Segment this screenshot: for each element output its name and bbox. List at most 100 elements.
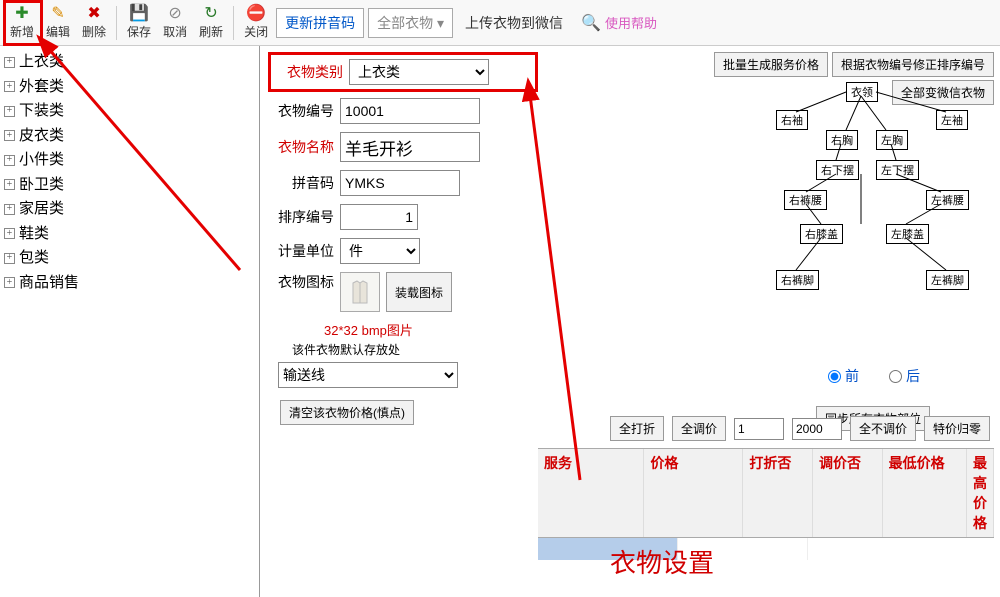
icon-label: 衣物图标 [268, 272, 334, 292]
expand-icon[interactable]: + [4, 253, 15, 264]
part-l-hem[interactable]: 左下摆 [876, 160, 919, 180]
tree-label: 外套类 [19, 76, 64, 99]
tree-node[interactable]: +包类 [2, 246, 257, 271]
close-label: 关闭 [244, 23, 268, 40]
pinyin-label: 拼音码 [268, 173, 334, 193]
tree-node[interactable]: + 小件类 [2, 148, 257, 173]
cancel-button[interactable]: ⊘ 取消 [157, 2, 193, 44]
clothes-form: 衣物类别 上衣类 衣物编号 衣物名称 拼音码 排序编号 计量单位 件 [268, 52, 538, 425]
tree-node[interactable]: + 商品销售 [2, 271, 257, 296]
clear-price-button[interactable]: 清空该衣物价格(慎点) [280, 400, 414, 425]
load-icon-button[interactable]: 装载图标 [386, 272, 452, 312]
special-zero-button[interactable]: 特价归零 [924, 416, 990, 441]
part-r-sleeve[interactable]: 右袖 [776, 110, 808, 130]
code-label: 衣物编号 [268, 101, 334, 121]
expand-icon[interactable]: + [4, 277, 15, 288]
col-min[interactable]: 最低价格 [883, 449, 967, 537]
tree-node[interactable]: + 皮衣类 [2, 124, 257, 149]
col-discount[interactable]: 打折否 [743, 449, 813, 537]
upload-wechat-button[interactable]: 上传衣物到微信 [457, 9, 571, 37]
icon-preview[interactable] [340, 272, 380, 312]
expand-icon[interactable]: + [4, 57, 15, 68]
batch-gen-button[interactable]: 批量生成服务价格 [714, 52, 828, 77]
part-r-hem[interactable]: 右下摆 [816, 160, 859, 180]
name-label: 衣物名称 [268, 137, 334, 157]
part-l-chest[interactable]: 左胸 [876, 130, 908, 150]
radio-back-label: 后 [906, 366, 920, 386]
expand-icon[interactable]: + [4, 155, 15, 166]
col-service[interactable]: 服务 [538, 449, 644, 537]
add-button[interactable]: ✚ 新增 [4, 2, 40, 44]
save-label: 保存 [127, 23, 151, 40]
part-r-knee[interactable]: 右膝盖 [800, 224, 843, 244]
code-input[interactable] [340, 98, 480, 124]
content-panel: 批量生成服务价格 根据衣物编号修正排序编号 全部变微信衣物 衣物类别 上衣类 衣… [260, 46, 1000, 597]
no-adjust-button[interactable]: 全不调价 [850, 416, 916, 441]
name-input[interactable] [340, 132, 480, 162]
part-l-pwaist[interactable]: 左裤腰 [926, 190, 969, 210]
part-l-pfoot[interactable]: 左裤脚 [926, 270, 969, 290]
all-adjust-button[interactable]: 全调价 [672, 416, 726, 441]
tree-node[interactable]: + 外套类 [2, 75, 257, 100]
unit-label: 计量单位 [268, 241, 334, 261]
tree-label: 商品销售 [19, 272, 79, 295]
tree-node[interactable]: + 下装类 [2, 99, 257, 124]
tree-label: 小件类 [19, 149, 64, 172]
pinyin-input[interactable] [340, 170, 460, 196]
expand-icon[interactable]: + [4, 106, 15, 117]
tree-node[interactable]: +家居类 [2, 197, 257, 222]
part-r-chest[interactable]: 右胸 [826, 130, 858, 150]
order-input[interactable] [340, 204, 418, 230]
radio-front-input[interactable] [828, 370, 841, 383]
tree-label: 鞋类 [19, 223, 49, 246]
help-button[interactable]: 🔍 使用帮助 [573, 9, 665, 37]
cancel-icon: ⊘ [168, 5, 181, 23]
category-select[interactable]: 上衣类 [349, 59, 489, 85]
part-collar[interactable]: 衣领 [846, 82, 878, 102]
fix-order-button[interactable]: 根据衣物编号修正排序编号 [832, 52, 994, 77]
expand-icon[interactable]: + [4, 81, 15, 92]
all-clothes-dropdown[interactable]: 全部衣物 ▾ [368, 8, 453, 38]
expand-icon[interactable]: + [4, 179, 15, 190]
tree-node[interactable]: +上衣类 [2, 50, 257, 75]
add-label: 新增 [10, 23, 34, 40]
price-value2-input[interactable] [792, 418, 842, 440]
expand-icon[interactable]: + [4, 130, 15, 141]
unit-select[interactable]: 件 [340, 238, 420, 264]
expand-icon[interactable]: + [4, 204, 15, 215]
col-max[interactable]: 最高价格 [967, 449, 994, 537]
radio-front[interactable]: 前 [828, 366, 859, 386]
toolbar-separator [116, 6, 117, 40]
all-discount-button[interactable]: 全打折 [610, 416, 664, 441]
refresh-button[interactable]: ↻ 刷新 [193, 2, 229, 44]
radio-back[interactable]: 后 [889, 366, 920, 386]
price-value1-input[interactable] [734, 418, 784, 440]
close-button[interactable]: ⛔ 关闭 [238, 2, 274, 44]
price-toolbar: 全打折 全调价 全不调价 特价归零 [538, 416, 990, 441]
radio-back-input[interactable] [889, 370, 902, 383]
category-label: 衣物类别 [277, 62, 343, 82]
main-area: +上衣类 +外套类 +下装类 +皮衣类 +小件类 +卧卫类 +家居类 +鞋类 +… [0, 46, 1000, 597]
col-price[interactable]: 价格 [644, 449, 743, 537]
default-store-select[interactable]: 输送线 [278, 362, 458, 388]
tree-node[interactable]: + 鞋类 [2, 222, 257, 247]
save-icon: 💾 [129, 5, 149, 23]
table-header: 服务 价格 打折否 调价否 最低价格 最高价格 [538, 449, 994, 538]
help-label: 使用帮助 [605, 13, 657, 32]
tree-label: 下装类 [19, 100, 64, 123]
part-r-pfoot[interactable]: 右裤脚 [776, 270, 819, 290]
edit-button[interactable]: ✎ 编辑 [40, 2, 76, 44]
part-l-knee[interactable]: 左膝盖 [886, 224, 929, 244]
part-l-sleeve[interactable]: 左袖 [936, 110, 968, 130]
tree-label: 皮衣类 [19, 125, 64, 148]
delete-button[interactable]: ✖ 删除 [76, 2, 112, 44]
expand-icon[interactable]: + [4, 228, 15, 239]
part-r-pwaist[interactable]: 右裤腰 [784, 190, 827, 210]
refresh-icon: ↻ [204, 5, 217, 23]
category-tree: +上衣类 + 外套类 + 下装类 + 皮衣类 + 小件类 +卧卫类 +家居类 + 鞋类 +… [0, 46, 260, 597]
table-row[interactable] [538, 538, 994, 560]
col-adjust[interactable]: 调价否 [813, 449, 883, 537]
save-button[interactable]: 💾 保存 [121, 2, 157, 44]
tree-node[interactable]: +卧卫类 [2, 173, 257, 198]
update-pinyin-button[interactable]: 更新拼音码 [276, 8, 364, 38]
